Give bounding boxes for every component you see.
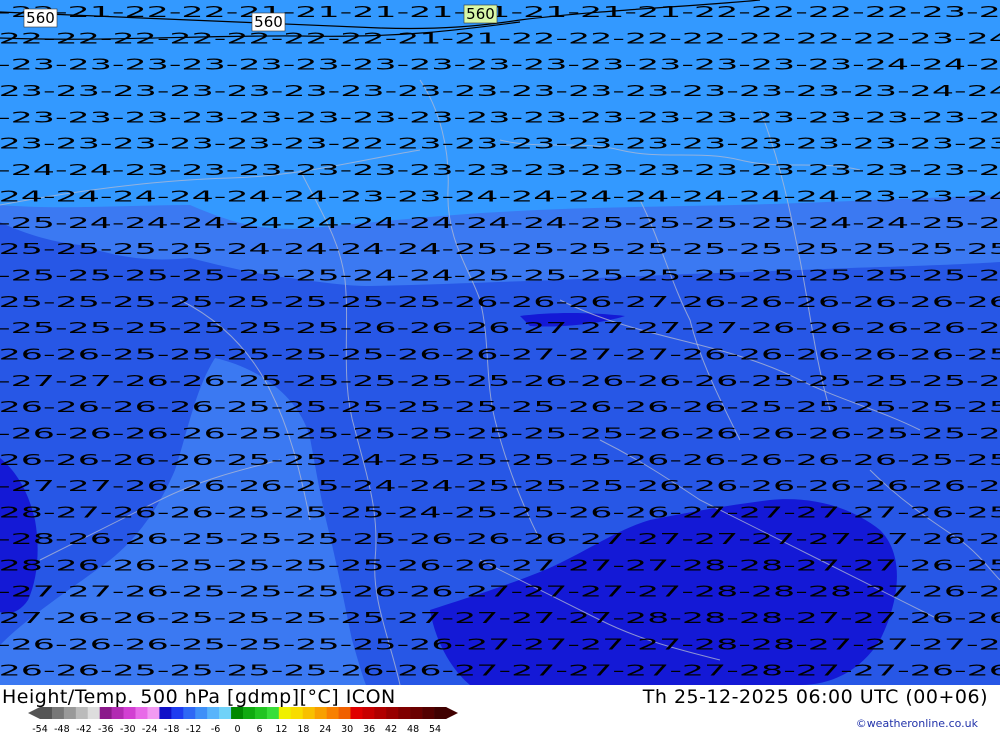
color-legend: -54 -48 -42 -36 -30 -24 -18 -12 -6 0 6 12 18 24 30 36 42… [28,707,458,733]
legend-tick: -48 [54,724,70,733]
legend-swatch [362,707,375,719]
legend-swatch [350,707,363,719]
legend-tick: 36 [363,724,375,733]
legend-tick: -30 [120,724,136,733]
legend-swatch [111,707,124,719]
isotherm-label-row: -24-24-24-24-24-24-23-23-24-24-24-24-24-… [0,187,1000,205]
legend-tick: -54 [32,724,48,733]
height-label-560: 560 [251,12,286,32]
legend-swatch [398,707,411,719]
legend-swatch [374,707,387,719]
isotherm-label-row: -28-26-26-25-25-25-25-26-26-27-27-27-28-… [0,556,1000,574]
height-label-560: 560 [463,4,498,24]
legend-swatch [75,707,89,719]
svg-text:560: 560 [466,5,495,23]
legend-tick: 24 [319,724,331,733]
legend-swatch [290,707,303,719]
legend-swatch [147,707,160,719]
legend-swatch [219,707,232,719]
isotherm-label-row: -26-26-26-25-25-25-25-26-27-27-27-27-28-… [0,635,1000,653]
isotherm-label-row: -27-27-26-25-25-25-26-26-27-27-27-27-28-… [0,583,1000,601]
isotherm-label-row: -22-22-22-22-22-22-22-21-21-22-22-22-22-… [0,29,1000,47]
isotherm-label-row: -23-23-23-23-23-23-22-23-23-23-23-23-23-… [0,135,1000,153]
map-title: Height/Temp. 500 hPa [gdmp][°C] ICON [2,686,396,708]
credit-link[interactable]: ©weatheronline.co.uk [856,717,978,730]
valid-time: Th 25-12-2025 06:00 UTC (00+06) [642,686,988,708]
isotherm-label-row: -23-23-23-23-23-23-23-23-23-23-23-23-23-… [0,82,1000,100]
height-label-560: 560 [23,8,58,28]
isotherm-label-row: -25-25-25-25-25-25-26-26-26-27-27-27-27-… [0,319,1000,337]
isotherm-label-row: -26-26-26-26-25-25-25-25-25-25-25-26-26-… [0,425,1000,443]
isotherm-label-row: -28-27-26-26-25-25-25-24-25-25-26-26-27-… [0,504,1000,522]
legend-tick: 42 [385,724,397,733]
legend-swatch [254,707,268,719]
legend-swatch [326,707,339,719]
isotherm-label-row: -27-27-26-26-26-25-24-24-25-25-25-26-26-… [0,477,1000,495]
isotherm-label-row: -27-27-26-26-25-25-25-25-25-26-26-26-26-… [0,372,1000,390]
legend-tick: -24 [142,724,158,733]
isotherm-label-row: -26-26-25-25-25-25-26-26-27-27-27-27-27-… [0,662,1000,680]
legend-swatch [231,707,244,719]
legend-swatch [99,707,112,719]
legend-swatch [207,707,220,719]
legend-swatch [422,707,435,719]
isotherm-label-row: -23-23-23-23-23-23-23-23-23-23-23-23-23-… [0,108,1000,126]
isotherm-label-row: -26-26-25-25-25-25-25-26-26-27-27-27-26-… [0,346,1000,364]
isotherm-label-row: -22-21-22-22-21-21-21-21-21-21-21-21-22-… [0,3,1000,21]
legend-tick: -6 [211,724,220,733]
isotherm-label-row: -26-26-26-26-25-25-24-25-25-25-25-26-26-… [0,451,1000,469]
legend-swatch [278,707,292,719]
isotherm-label-row: -28-26-26-25-25-25-25-26-26-26-27-27-27-… [0,530,1000,548]
legend-swatch [302,707,315,719]
legend-swatch [51,707,65,719]
svg-text:560: 560 [26,9,55,27]
legend-swatch [314,707,327,719]
isotherm-label-row: -25-25-25-25-24-24-24-24-25-25-25-25-25-… [0,240,1000,258]
isotherm-label-row: -26-26-26-26-25-25-25-25-25-25-26-26-26-… [0,398,1000,416]
legend-swatch [386,707,399,719]
legend-tick: -12 [186,724,202,733]
isotherm-label-row: -23-23-23-23-23-23-23-23-23-23-23-23-23-… [0,56,1000,74]
legend-swatch [135,707,148,719]
legend-tick: 18 [297,724,309,733]
legend-swatch [266,707,280,719]
legend-tick: 12 [275,724,287,733]
legend-swatch [434,707,447,719]
legend-swatch [183,707,196,719]
legend-tick: 6 [256,724,262,733]
weather-map: -22-21-22-22-21-21-21-21-21-21-21-21-22-… [0,0,1000,685]
legend-swatch [87,707,100,719]
isotherm-label-row: -25-25-25-25-25-25-25-25-26-26-26-27-26-… [0,293,1000,311]
legend-tick: 54 [429,724,441,733]
legend-tick: 48 [407,724,419,733]
legend-tick: 0 [234,724,240,733]
legend-swatch [195,707,208,719]
isotherm-label-row: -25-25-25-25-25-25-24-24-25-25-25-25-25-… [0,267,1000,285]
legend-swatch [159,707,172,719]
svg-text:560: 560 [254,13,283,31]
isotherm-label-row: -25-24-24-24-24-24-24-24-24-24-25-25-25-… [0,214,1000,232]
legend-tick: 30 [341,724,353,733]
legend-swatch [338,707,351,719]
legend-swatch [171,707,184,719]
legend-tick: -18 [164,724,180,733]
legend-swatch [123,707,136,719]
legend-tick: -42 [76,724,92,733]
legend-swatch [63,707,77,719]
isotherm-label-row: -24-24-23-23-23-23-23-23-23-23-23-23-23-… [0,161,1000,179]
legend-swatch [410,707,423,719]
legend-swatch [40,707,53,719]
legend-tick: -36 [98,724,114,733]
isotherm-label-row: -27-26-26-25-25-25-25-27-27-27-27-28-28-… [0,609,1000,627]
legend-swatch [243,707,256,719]
